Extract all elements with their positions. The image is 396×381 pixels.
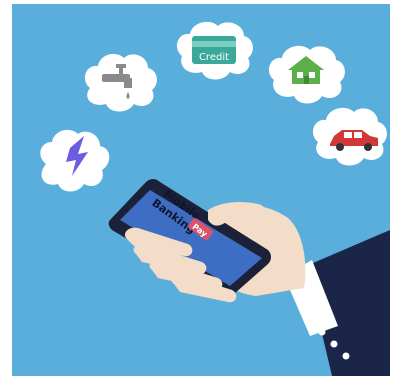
sleeve-button — [318, 328, 326, 336]
credit-card-label: Credit — [199, 52, 229, 63]
illustration-frame: Credit Mobile Banking Pay — [0, 0, 396, 381]
credit-card-icon: Credit — [192, 36, 236, 64]
illustration-svg: Credit Mobile Banking Pay — [12, 4, 390, 376]
mobile-banking-illustration: Credit Mobile Banking Pay — [12, 4, 390, 376]
sleeve-button — [330, 340, 338, 348]
sleeve-button — [342, 352, 350, 360]
